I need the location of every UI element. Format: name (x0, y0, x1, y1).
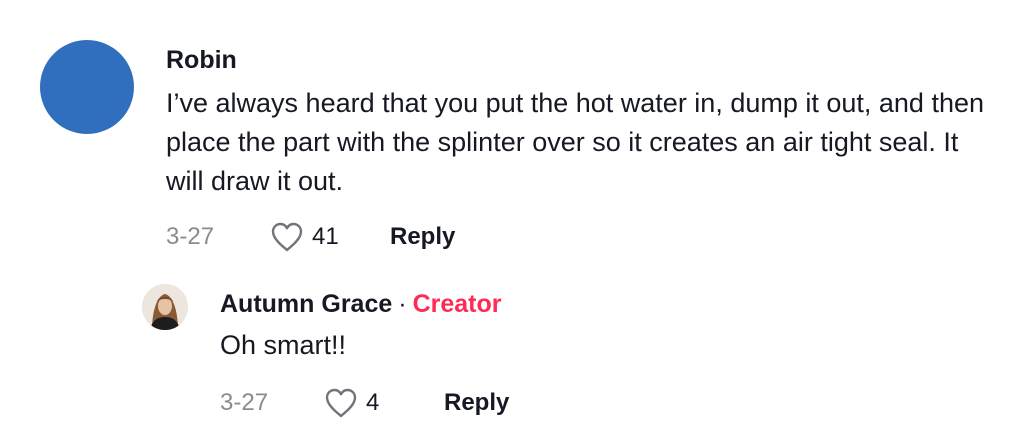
comment-body: Robin I’ve always heard that you put the… (166, 40, 986, 255)
avatar[interactable] (142, 284, 188, 330)
like-button[interactable]: 4 (324, 387, 444, 419)
like-count: 41 (312, 223, 339, 250)
reply-button[interactable]: Reply (390, 223, 455, 251)
reply-body: Autumn Grace · Creator Oh smart!! 3-27 4… (220, 284, 980, 421)
comment-date: 3-27 (166, 223, 215, 250)
comment-meta: 3-27 41 Reply (166, 219, 986, 255)
reply-button[interactable]: Reply (444, 389, 509, 417)
avatar[interactable] (40, 40, 134, 134)
comment-text: I’ve always heard that you put the hot w… (166, 88, 985, 196)
heart-outline-icon[interactable] (270, 221, 304, 253)
comment-thread: Robin I’ve always heard that you put the… (0, 0, 1024, 437)
reply-header: Autumn Grace · Creator (220, 284, 980, 324)
reply-username[interactable]: Autumn Grace (220, 284, 392, 324)
heart-outline-icon[interactable] (324, 387, 358, 419)
separator-dot: · (398, 290, 407, 318)
creator-avatar-image (142, 284, 188, 330)
like-count: 4 (366, 389, 380, 416)
reply-meta: 3-27 4 Reply (220, 385, 980, 421)
creator-badge: Creator (412, 290, 502, 318)
reply-text: Oh smart!! (220, 330, 347, 360)
like-button[interactable]: 41 (270, 221, 390, 253)
reply-date: 3-27 (220, 389, 269, 416)
comment-username[interactable]: Robin (166, 40, 986, 80)
